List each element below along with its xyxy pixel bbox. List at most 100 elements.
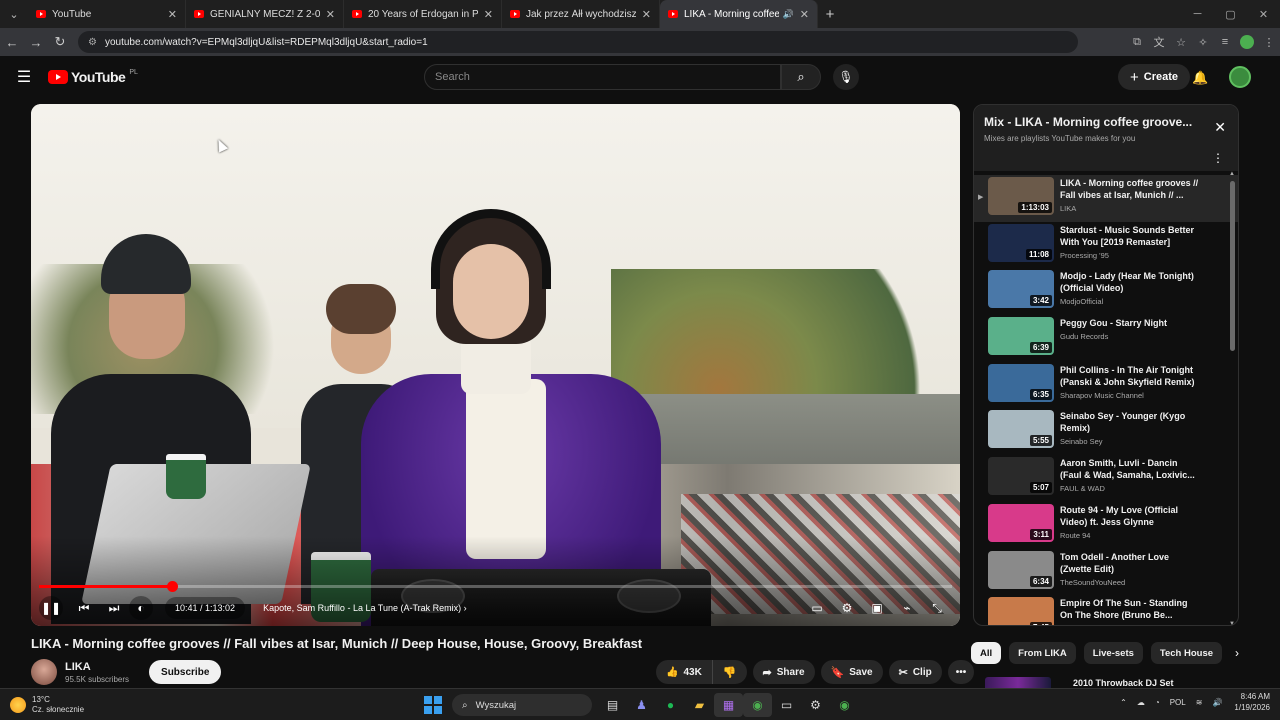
scrollbar-thumb[interactable]	[1230, 181, 1235, 351]
browser-tab-4[interactable]: LIKA - Morning coffee groo 🔊 ✕	[660, 0, 818, 28]
speaker-icon[interactable]: 🔊	[783, 9, 794, 20]
back-icon[interactable]: ←	[0, 35, 24, 50]
windows-start-icon[interactable]	[424, 696, 442, 714]
cast-button[interactable]: ⌁	[892, 596, 922, 620]
playlist-item[interactable]: 11:08 Stardust - Music Sounds Better With…	[974, 222, 1238, 269]
like-button[interactable]: 👍 43K	[656, 660, 713, 684]
close-playlist-icon[interactable]: ✕	[1214, 119, 1226, 136]
network-icon[interactable]: ◔	[1155, 698, 1160, 707]
media-icon[interactable]: ≡	[1214, 36, 1236, 48]
browser-menu-icon[interactable]: ⋮	[1258, 36, 1280, 49]
search-input[interactable]: Search	[424, 64, 781, 90]
close-tab-icon[interactable]: ✕	[326, 8, 335, 21]
close-window-icon[interactable]: ✕	[1247, 0, 1280, 28]
translate-icon[interactable]: 文	[1148, 34, 1170, 50]
chip-tech-house[interactable]: Tech House	[1150, 642, 1223, 664]
previous-button[interactable]: ⏮	[69, 596, 99, 620]
dislike-button[interactable]: 👎	[713, 660, 747, 684]
channel-avatar[interactable]	[31, 659, 57, 685]
next-button[interactable]: ⏭	[99, 596, 129, 620]
playlist-item[interactable]: 3:42 Modjo - Lady (Hear Me Tonight) (Offi…	[974, 268, 1238, 315]
scroll-up-icon[interactable]: ▲	[1229, 171, 1235, 177]
chip-all[interactable]: All	[971, 642, 1002, 664]
playlist-item[interactable]: 3:11 Route 94 - My Love (Official Video) …	[974, 502, 1238, 549]
chevron-right-icon[interactable]: ›	[1235, 646, 1239, 660]
playlist-more-icon[interactable]: ⋮	[1212, 151, 1224, 165]
spotify-icon[interactable]: ●	[656, 693, 685, 717]
playlist-item[interactable]: 7:45 Empire Of The Sun - Standing On The …	[974, 595, 1238, 625]
teams-icon[interactable]: ♟	[627, 693, 656, 717]
playlist-scrollbar[interactable]: ▲ ▼	[1229, 171, 1235, 625]
playlist-item[interactable]: ▶ 1:13:03 LIKA - Morning coffee grooves //…	[974, 175, 1238, 222]
close-tab-icon[interactable]: ✕	[484, 8, 493, 21]
install-icon[interactable]: ⧉	[1126, 36, 1148, 49]
file-explorer-icon[interactable]: ▰	[685, 693, 714, 717]
progress-bar[interactable]	[39, 581, 952, 592]
tab-search-icon[interactable]: ⌄	[0, 0, 28, 28]
forward-icon[interactable]: →	[24, 35, 48, 50]
settings-button[interactable]: ⚙	[832, 596, 862, 620]
onedrive-icon[interactable]: ☁	[1137, 698, 1145, 707]
share-button[interactable]: ➦ Share	[752, 660, 815, 684]
wifi-icon[interactable]: ≋	[1196, 698, 1203, 707]
create-button[interactable]: + Create	[1118, 64, 1191, 90]
theater-mode-button[interactable]: ▣	[862, 596, 892, 620]
chrome-icon[interactable]: ◉	[743, 693, 772, 717]
channel-name[interactable]: LIKA	[65, 661, 129, 673]
browser-tab-0[interactable]: YouTube ✕	[28, 0, 186, 28]
scroll-down-icon[interactable]: ▼	[1229, 621, 1235, 625]
chip-live-sets[interactable]: Live-sets	[1083, 642, 1143, 664]
app-icon[interactable]: ▦	[714, 693, 743, 717]
video-player[interactable]: ❚❚ ⏮ ⏭ ◐ 10:41 / 1:13:02 Kapote, Sam Ruf…	[31, 104, 960, 626]
save-button[interactable]: 🔖 Save	[820, 660, 883, 684]
language-indicator[interactable]: POL	[1170, 698, 1186, 707]
playlist-thumbnail: 7:45	[988, 597, 1054, 625]
bookmark-star-icon[interactable]: ☆	[1170, 36, 1192, 49]
tray-overflow-icon[interactable]: ⌃	[1120, 698, 1127, 707]
reload-icon[interactable]: ↻	[48, 34, 72, 50]
volume-tray-icon[interactable]: 🔊	[1212, 698, 1222, 707]
clock[interactable]: 8:46 AM 1/19/2026	[1234, 691, 1270, 713]
menu-icon[interactable]: ☰	[0, 67, 48, 87]
playlist-title[interactable]: Mix - LIKA - Morning coffee groove...	[984, 115, 1204, 129]
browser-tab-3[interactable]: Jak przez Ăłł wychodzisz NA G ✕	[502, 0, 660, 28]
tab-label: GENIALNY MECZ! Z 2-0 NA 2-4	[210, 8, 320, 20]
fullscreen-button[interactable]: ⤡	[922, 596, 952, 620]
youtube-logo[interactable]: YouTube PL	[48, 69, 138, 85]
chrome-alt-icon[interactable]: ◉	[830, 693, 859, 717]
new-tab-button[interactable]: +	[818, 6, 842, 23]
close-tab-icon[interactable]: ✕	[168, 8, 177, 21]
mute-button[interactable]: ◐	[129, 596, 153, 620]
close-tab-icon[interactable]: ✕	[642, 8, 651, 21]
pause-button[interactable]: ❚❚	[39, 596, 63, 620]
playlist-item[interactable]: 6:34 Tom Odell - Another Love (Zwette Edi…	[974, 549, 1238, 596]
browser-tab-2[interactable]: 20 Years of Erdogan in Power: T ✕	[344, 0, 502, 28]
taskbar-search[interactable]: ⌕ Wyszukaj	[452, 694, 592, 716]
browser-tab-1[interactable]: GENIALNY MECZ! Z 2-0 NA 2-4 ✕	[186, 0, 344, 28]
subscribe-button[interactable]: Subscribe	[149, 660, 222, 684]
playlist-item[interactable]: 6:39 Peggy Gou - Starry Night Gudu Records	[974, 315, 1238, 362]
url-field[interactable]: ⚙ youtube.com/watch?v=EPMql3dljqU&list=R…	[78, 31, 1078, 53]
playlist-item-channel: stanley stemmer	[1060, 624, 1200, 625]
weather-widget[interactable]: 13°C Cz. słonecznie	[10, 695, 130, 715]
extensions-icon[interactable]: ✧	[1192, 36, 1214, 49]
account-avatar[interactable]	[1229, 66, 1251, 88]
terminal-icon[interactable]: ▭	[772, 693, 801, 717]
playlist-item[interactable]: 5:55 Seinabo Sey - Younger (Kygo Remix) Se…	[974, 408, 1238, 455]
chip-from-lika[interactable]: From LIKA	[1009, 642, 1076, 664]
search-button[interactable]: ⌕	[781, 64, 821, 90]
playlist-item[interactable]: 6:35 Phil Collins - In The Air Tonight (P…	[974, 362, 1238, 409]
voice-search-button[interactable]: 🎙	[833, 64, 859, 90]
site-info-icon[interactable]: ⚙	[88, 37, 97, 48]
profile-avatar[interactable]	[1240, 35, 1254, 49]
notifications-bell-icon[interactable]: 🔔	[1192, 70, 1208, 86]
chapter-title[interactable]: Kapote, Sam Ruffillo - La La Tune (A-Tra…	[253, 597, 477, 619]
captions-button[interactable]: ▭	[802, 596, 832, 620]
clip-button[interactable]: ✂ Clip	[888, 660, 942, 684]
steam-icon[interactable]: ⚙	[801, 693, 830, 717]
maximize-icon[interactable]: ▢	[1214, 0, 1247, 28]
playlist-item[interactable]: 5:07 Aaron Smith, Luvli - Dancin (Faul & …	[974, 455, 1238, 502]
close-tab-icon[interactable]: ✕	[800, 8, 809, 21]
minimize-icon[interactable]: ─	[1181, 0, 1214, 28]
task-view-icon[interactable]: ▤	[598, 693, 627, 717]
